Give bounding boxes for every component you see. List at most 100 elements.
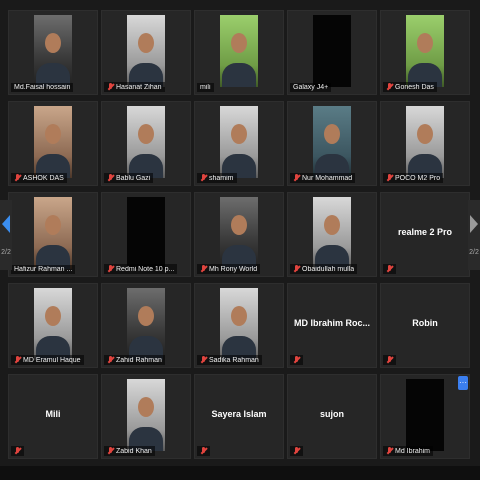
participant-name-tag [383, 355, 396, 365]
participant-tile[interactable]: Obaidullah mulla [287, 192, 377, 277]
participant-face [138, 33, 154, 53]
participant-tile[interactable]: Md Ibrahim [380, 374, 470, 459]
participant-name-tag: shamim [197, 173, 237, 183]
participant-tile[interactable]: MD Eramul Haque [8, 283, 98, 368]
mic-muted-icon [293, 356, 300, 364]
participant-name: Gonesh Das [395, 83, 434, 91]
participant-face [138, 124, 154, 144]
participant-face [45, 306, 61, 326]
participant-name: MD Eramul Haque [23, 356, 81, 364]
participant-tile[interactable]: mili [194, 10, 284, 95]
participant-name-tag: Bablu Gazi [104, 173, 154, 183]
more-options-button[interactable]: ··· [458, 376, 468, 390]
participant-tile[interactable]: Gonesh Das [380, 10, 470, 95]
participant-tile[interactable]: ASHOK DAS [8, 101, 98, 186]
participant-name-tag: Zabid Khan [104, 446, 155, 456]
participant-center-name: Mili [45, 409, 61, 419]
participant-name-tag: Gonesh Das [383, 82, 437, 92]
participant-name-tag: Sadika Rahman [197, 355, 262, 365]
mic-muted-icon [200, 174, 207, 182]
participant-name-tag: Obaidullah mulla [290, 264, 358, 274]
participant-tile[interactable]: Redmi Note 10 p... [101, 192, 191, 277]
mic-muted-icon [293, 447, 300, 455]
participant-video [220, 106, 258, 178]
participant-name-tag: Redmi Note 10 p... [104, 264, 178, 274]
participant-name: Bablu Gazi [116, 174, 151, 182]
mic-muted-icon [386, 447, 393, 455]
participant-video [34, 106, 72, 178]
participant-tile[interactable]: Galaxy J4+ [287, 10, 377, 95]
participant-tile[interactable]: Nur Mohammad [287, 101, 377, 186]
participant-video [406, 15, 444, 87]
chevron-left-icon [2, 214, 10, 233]
previous-page-button[interactable]: 2/2 [0, 200, 12, 270]
participant-video [220, 197, 258, 269]
participant-face [231, 33, 247, 53]
participant-tile[interactable]: Sayera Islam [194, 374, 284, 459]
participant-tile[interactable]: Sadika Rahman [194, 283, 284, 368]
participant-tile[interactable]: MD Ibrahim Roc... [287, 283, 377, 368]
mic-muted-icon [107, 83, 114, 91]
participant-name-tag [383, 264, 396, 274]
mic-muted-icon [386, 265, 393, 273]
participant-tile[interactable]: shamim [194, 101, 284, 186]
page-indicator-left: 2/2 [1, 248, 11, 256]
participant-tile[interactable]: Bablu Gazi [101, 101, 191, 186]
mic-muted-icon [107, 356, 114, 364]
participant-name-tag: Md.Faisal hossain [11, 83, 74, 92]
participant-tile[interactable]: Zahid Rahman [101, 283, 191, 368]
participant-name: ASHOK DAS [23, 174, 64, 182]
participant-video [406, 106, 444, 178]
participant-video [127, 15, 165, 87]
participant-face [231, 124, 247, 144]
mic-muted-icon [293, 265, 300, 273]
participant-tile[interactable]: Zabid Khan [101, 374, 191, 459]
participant-name-tag: Zahid Rahman [104, 355, 165, 365]
mic-muted-icon [386, 83, 393, 91]
participant-face [45, 33, 61, 53]
participant-tile[interactable]: Hafizur Rahman ... [8, 192, 98, 277]
participant-name: Hasanat Zihan [116, 83, 162, 91]
participant-name-tag: Galaxy J4+ [290, 83, 332, 92]
participant-name-tag [290, 355, 303, 365]
participant-video [127, 197, 165, 269]
participant-tile[interactable]: Mili [8, 374, 98, 459]
participant-tile[interactable]: sujon [287, 374, 377, 459]
participant-center-name: MD Ibrahim Roc... [293, 318, 370, 328]
participant-video [34, 15, 72, 87]
participant-face [417, 124, 433, 144]
participant-name: Zabid Khan [116, 447, 152, 455]
participant-name-tag: ASHOK DAS [11, 173, 67, 183]
participant-tile[interactable]: Hasanat Zihan [101, 10, 191, 95]
participant-name: Galaxy J4+ [293, 84, 329, 91]
participant-video [127, 379, 165, 451]
participant-name: Zahid Rahman [116, 356, 162, 364]
participant-name-tag: Hasanat Zihan [104, 82, 165, 92]
participant-name: POCO M2 Pro [395, 174, 441, 182]
participant-face [138, 306, 154, 326]
participant-name: Redmi Note 10 p... [116, 265, 175, 273]
participant-name-tag [197, 446, 210, 456]
next-page-button[interactable]: 2/2 [468, 200, 480, 270]
participant-video [313, 106, 351, 178]
participant-tile[interactable]: Robin [380, 283, 470, 368]
participant-name-tag: MD Eramul Haque [11, 355, 84, 365]
participant-name-tag [290, 446, 303, 456]
participant-tile[interactable]: POCO M2 Pro [380, 101, 470, 186]
participant-face [231, 215, 247, 235]
participant-tile[interactable]: Mh Rony World [194, 192, 284, 277]
participant-video [313, 15, 351, 87]
participant-face [45, 124, 61, 144]
chevron-right-icon [470, 214, 478, 233]
participant-name: Nur Mohammad [302, 174, 353, 182]
mic-muted-icon [200, 265, 207, 273]
participant-center-name: Robin [412, 318, 438, 328]
participant-center-name: realme 2 Pro [397, 227, 453, 237]
participant-tile[interactable]: realme 2 Pro [380, 192, 470, 277]
participant-tile[interactable]: Md.Faisal hossain [8, 10, 98, 95]
participant-face [45, 215, 61, 235]
participant-name-tag: Nur Mohammad [290, 173, 356, 183]
participant-gallery: Md.Faisal hossain Hasanat Zihan mili Galaxy… [8, 10, 474, 462]
participant-face [417, 33, 433, 53]
page-indicator-right: 2/2 [469, 248, 479, 256]
